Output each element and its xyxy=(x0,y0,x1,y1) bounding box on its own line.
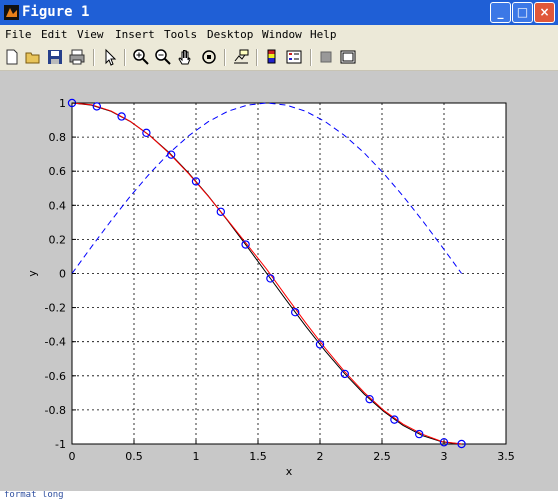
x-tick-label: 1.5 xyxy=(249,450,267,463)
zoom-out-icon[interactable] xyxy=(154,48,172,66)
y-tick-label: -0.2 xyxy=(45,302,66,315)
y-axis-label: y xyxy=(26,270,39,277)
save-icon[interactable] xyxy=(46,48,64,66)
legend-icon[interactable] xyxy=(285,48,303,66)
close-icon: × xyxy=(539,5,550,19)
y-tick-label: -0.4 xyxy=(45,336,66,349)
y-tick-label: 0.6 xyxy=(49,165,67,178)
y-tick-label: 1 xyxy=(59,97,66,110)
y-tick-label: 0.8 xyxy=(49,131,67,144)
menu-help[interactable]: Help xyxy=(310,28,337,41)
x-tick-label: 2 xyxy=(317,450,324,463)
rotate-3d-icon[interactable] xyxy=(200,48,218,66)
x-tick-label: 2.5 xyxy=(373,450,391,463)
y-tick-label: -1 xyxy=(55,438,66,451)
x-tick-label: 3.5 xyxy=(497,450,515,463)
minimize-button[interactable]: _ xyxy=(490,2,511,23)
x-tick-label: 3 xyxy=(441,450,448,463)
menu-insert[interactable]: Insert xyxy=(115,28,155,41)
toolbar-separator xyxy=(310,49,312,66)
window-title: Figure 1 xyxy=(22,4,90,20)
y-tick-label: 0.2 xyxy=(49,233,67,246)
print-icon[interactable] xyxy=(68,48,86,66)
toolbar-separator xyxy=(224,49,226,66)
minimize-icon: _ xyxy=(497,5,504,19)
y-tick-label: 0.4 xyxy=(49,199,67,212)
figure-toolbar xyxy=(0,45,558,71)
matlab-figure-icon xyxy=(4,5,19,20)
close-button[interactable]: × xyxy=(534,2,555,23)
plot-svg: 0 0.5 1 1.5 2 2.5 3 3.5 1 0.8 0.6 0.4 0.2 0 -0.2 -0.4 -0… xyxy=(26,97,515,478)
toolbar-separator xyxy=(124,49,126,66)
menu-tools[interactable]: Tools xyxy=(164,28,197,41)
x-tick-label: 0.5 xyxy=(125,450,143,463)
x-tick-label: 0 xyxy=(69,450,76,463)
menu-bar: File Edit View Insert Tools Desktop Wind… xyxy=(0,25,558,45)
title-bar: Figure 1 _ □ × xyxy=(0,0,558,25)
command-text: format long xyxy=(4,491,64,499)
menu-view[interactable]: View xyxy=(77,28,104,41)
menu-file[interactable]: File xyxy=(5,28,32,41)
new-figure-icon[interactable] xyxy=(3,48,21,66)
zoom-in-icon[interactable] xyxy=(132,48,150,66)
figure-canvas: 0 0.5 1 1.5 2 2.5 3 3.5 1 0.8 0.6 0.4 0.2 0 -0.2 -0.4 -0… xyxy=(0,71,558,491)
toolbar-separator xyxy=(256,49,258,66)
menu-window[interactable]: Window xyxy=(262,28,302,41)
y-tick-label: 0 xyxy=(59,268,66,281)
menu-desktop[interactable]: Desktop xyxy=(207,28,253,41)
x-axis-label: x xyxy=(286,465,293,478)
data-cursor-icon[interactable] xyxy=(232,48,250,66)
command-window-strip: format long xyxy=(0,491,558,499)
maximize-button[interactable]: □ xyxy=(512,2,533,23)
pan-hand-icon[interactable] xyxy=(177,48,195,66)
menu-edit[interactable]: Edit xyxy=(41,28,68,41)
open-file-icon[interactable] xyxy=(24,48,42,66)
hide-plot-tools-icon[interactable] xyxy=(317,48,335,66)
x-tick-label: 1 xyxy=(193,450,200,463)
y-tick-label: -0.8 xyxy=(45,404,66,417)
show-plot-tools-icon[interactable] xyxy=(339,48,357,66)
y-tick-label: -0.6 xyxy=(45,370,66,383)
maximize-icon: □ xyxy=(516,5,529,19)
toolbar-separator xyxy=(93,49,95,66)
colorbar-icon[interactable] xyxy=(263,48,281,66)
edit-plot-arrow-icon[interactable] xyxy=(101,48,119,66)
